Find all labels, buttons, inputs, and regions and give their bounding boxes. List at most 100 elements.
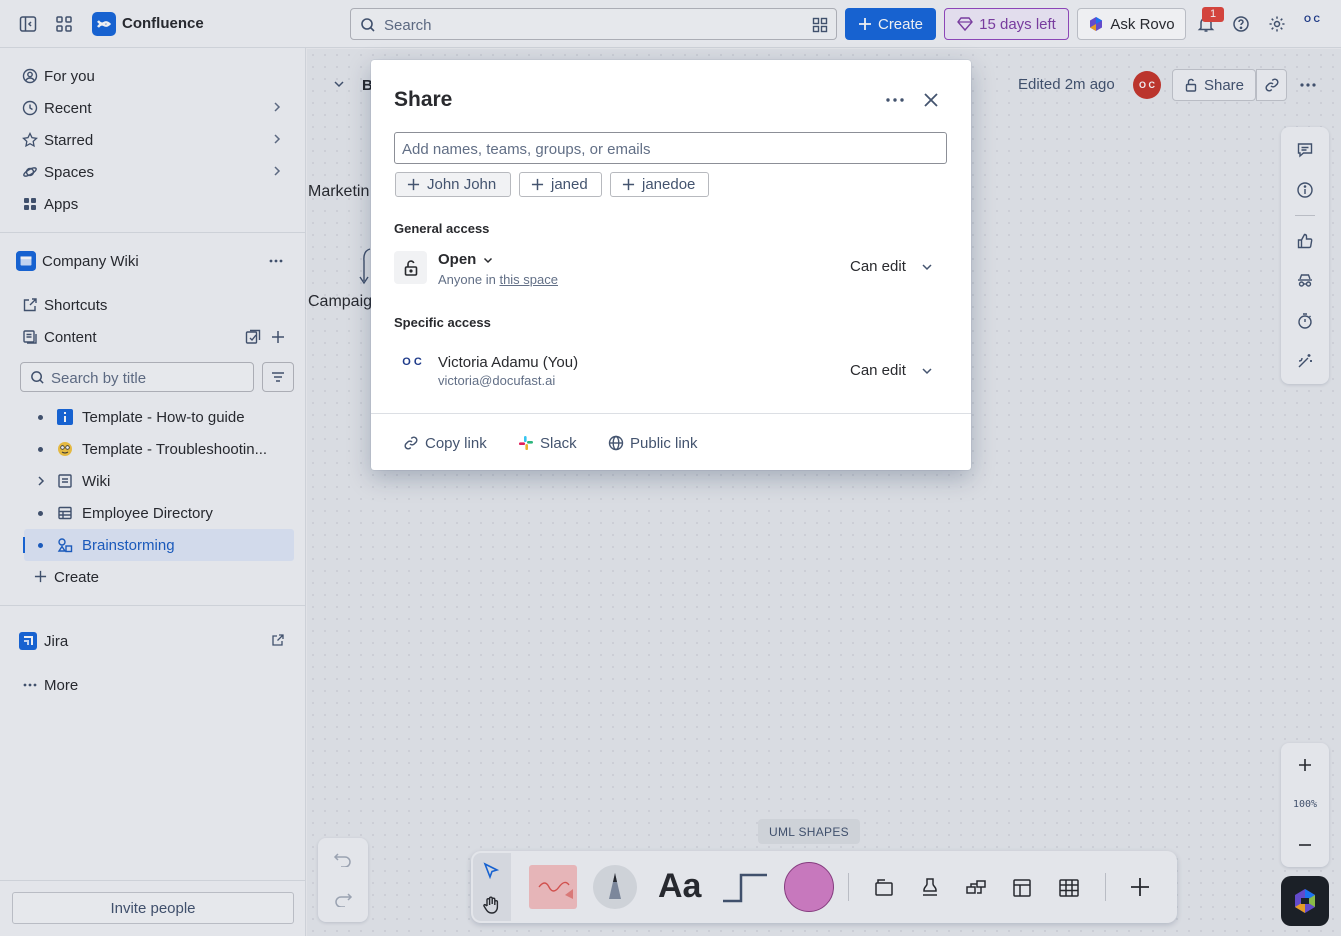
suggestion-janedoe[interactable]: janedoe	[610, 172, 709, 197]
sidebar-item-content[interactable]: Content	[12, 321, 294, 353]
magic-wand-icon[interactable]	[1295, 351, 1315, 371]
collaborator-avatar[interactable]: O C	[1133, 71, 1161, 99]
plus-icon	[407, 178, 420, 191]
dialog-more-icon[interactable]	[885, 92, 905, 108]
flowchart-tool-icon[interactable]	[965, 877, 987, 899]
template-tool-icon[interactable]	[1011, 877, 1033, 899]
connector-arrow[interactable]	[358, 247, 372, 287]
specific-access-heading: Specific access	[394, 315, 491, 330]
connector-line-tool[interactable]	[721, 871, 769, 905]
canvas-label-marketing[interactable]: Marketin	[308, 183, 369, 201]
table-tool-icon[interactable]	[1058, 877, 1080, 899]
sidebar-item-more[interactable]: More	[12, 669, 294, 701]
page-more-icon[interactable]	[1299, 77, 1317, 93]
info-icon[interactable]	[1295, 180, 1315, 200]
user-circle-icon	[20, 66, 40, 86]
like-icon[interactable]	[1295, 231, 1315, 251]
profile-avatar[interactable]: O C	[1299, 14, 1325, 34]
general-permission-dropdown[interactable]: Can edit	[850, 258, 906, 275]
this-space-link[interactable]: this space	[499, 272, 558, 287]
sidebar-divider	[0, 232, 306, 233]
frame-tool-icon[interactable]	[873, 877, 895, 899]
chevron-right-icon	[270, 132, 284, 146]
share-recipients-input[interactable]: Add names, teams, groups, or emails	[394, 132, 947, 164]
sidebar-item-apps[interactable]: Apps	[12, 188, 294, 220]
user-permission-dropdown[interactable]: Can edit	[850, 362, 906, 379]
content-edit-icon[interactable]	[245, 329, 261, 345]
collapse-chevron-icon[interactable]	[332, 77, 346, 91]
shape-circle-tool[interactable]	[784, 862, 834, 912]
sidebar-search-input[interactable]: Search by title	[20, 362, 254, 392]
comment-icon[interactable]	[1295, 140, 1315, 160]
sidebar-item-recent[interactable]: Recent	[12, 92, 294, 124]
filter-button[interactable]	[262, 362, 294, 392]
incognito-icon[interactable]	[1295, 271, 1315, 291]
pen-tool[interactable]	[593, 865, 637, 909]
zoom-out-icon[interactable]	[1295, 835, 1315, 855]
search-filter-icon[interactable]	[812, 17, 828, 33]
timer-icon[interactable]	[1295, 311, 1315, 331]
suggestion-john-john[interactable]: John John	[395, 172, 511, 197]
add-more-tools-icon[interactable]	[1129, 876, 1151, 898]
ask-rovo-button[interactable]: Ask Rovo	[1077, 8, 1186, 40]
zoom-controls: 100%	[1281, 743, 1329, 867]
chevron-down-icon[interactable]	[920, 364, 934, 378]
chevron-right-icon[interactable]	[34, 474, 48, 488]
content-add-icon[interactable]	[270, 329, 286, 345]
uml-shapes-tag[interactable]: UML SHAPES	[758, 819, 860, 844]
trial-button[interactable]: 15 days left	[944, 8, 1069, 40]
select-pointer-icon[interactable]	[481, 861, 501, 881]
app-name[interactable]: Confluence	[122, 15, 204, 32]
sidebar-item-label: Shortcuts	[44, 296, 108, 314]
space-header[interactable]: Company Wiki	[12, 245, 294, 277]
public-link-button[interactable]: Public link	[608, 432, 698, 454]
sidebar-item-jira[interactable]: Jira	[12, 625, 294, 657]
tree-create-button[interactable]: Create	[24, 561, 294, 593]
settings-gear-icon[interactable]	[1265, 12, 1289, 36]
text-tool[interactable]: Aa	[658, 867, 701, 906]
help-icon[interactable]	[1229, 12, 1253, 36]
confluence-logo-icon[interactable]	[92, 12, 116, 36]
copy-link-header-button[interactable]	[1256, 69, 1287, 101]
sidebar-item-label: Recent	[44, 99, 92, 117]
tree-item-employee-directory[interactable]: Employee Directory	[24, 497, 294, 529]
sidebar-item-spaces[interactable]: Spaces	[12, 156, 294, 188]
jira-logo-icon	[18, 631, 38, 651]
canvas-label-campaign[interactable]: Campaig	[308, 293, 372, 311]
tree-item-wiki[interactable]: Wiki	[24, 465, 294, 497]
close-icon[interactable]	[922, 91, 940, 109]
chevron-down-icon[interactable]	[920, 260, 934, 274]
sticky-note-tool[interactable]	[529, 865, 577, 909]
tree-item-how-to-guide[interactable]: Template - How-to guide	[24, 401, 294, 433]
stamp-tool-icon[interactable]	[919, 877, 941, 899]
unlock-icon	[394, 251, 427, 284]
space-name: Company Wiki	[42, 252, 139, 270]
database-table-icon	[56, 504, 74, 522]
hand-pan-icon[interactable]	[481, 895, 501, 915]
toolbar-divider	[848, 873, 849, 901]
create-button[interactable]: Create	[845, 8, 936, 40]
undo-icon[interactable]	[333, 851, 353, 867]
page-share-button[interactable]: Share	[1172, 69, 1256, 101]
zoom-in-icon[interactable]	[1295, 755, 1315, 775]
invite-people-button[interactable]: Invite people	[12, 892, 294, 924]
app-switcher-icon[interactable]	[52, 12, 76, 36]
copy-link-button[interactable]: Copy link	[403, 432, 487, 454]
sidebar-item-label: Apps	[44, 195, 79, 213]
public-link-label: Public link	[630, 434, 698, 452]
sidebar-toggle-icon[interactable]	[16, 12, 40, 36]
suggestion-janed[interactable]: janed	[519, 172, 602, 197]
sidebar-item-starred[interactable]: Starred	[12, 124, 294, 156]
sidebar-item-shortcuts[interactable]: Shortcuts	[12, 289, 294, 321]
slack-button[interactable]: Slack	[518, 432, 577, 454]
global-search-input[interactable]: Search	[350, 8, 837, 40]
sidebar-item-for-you[interactable]: For you	[12, 60, 294, 92]
tree-item-brainstorming[interactable]: Brainstorming	[23, 529, 294, 561]
zoom-level[interactable]: 100%	[1281, 799, 1329, 810]
redo-icon[interactable]	[333, 891, 353, 907]
tree-item-troubleshooting[interactable]: Template - Troubleshootin...	[24, 433, 294, 465]
rovo-chat-button[interactable]	[1281, 876, 1329, 926]
access-mode-dropdown[interactable]: Open	[438, 251, 494, 268]
sidebar-divider	[0, 880, 306, 881]
space-more-icon[interactable]	[268, 253, 284, 269]
